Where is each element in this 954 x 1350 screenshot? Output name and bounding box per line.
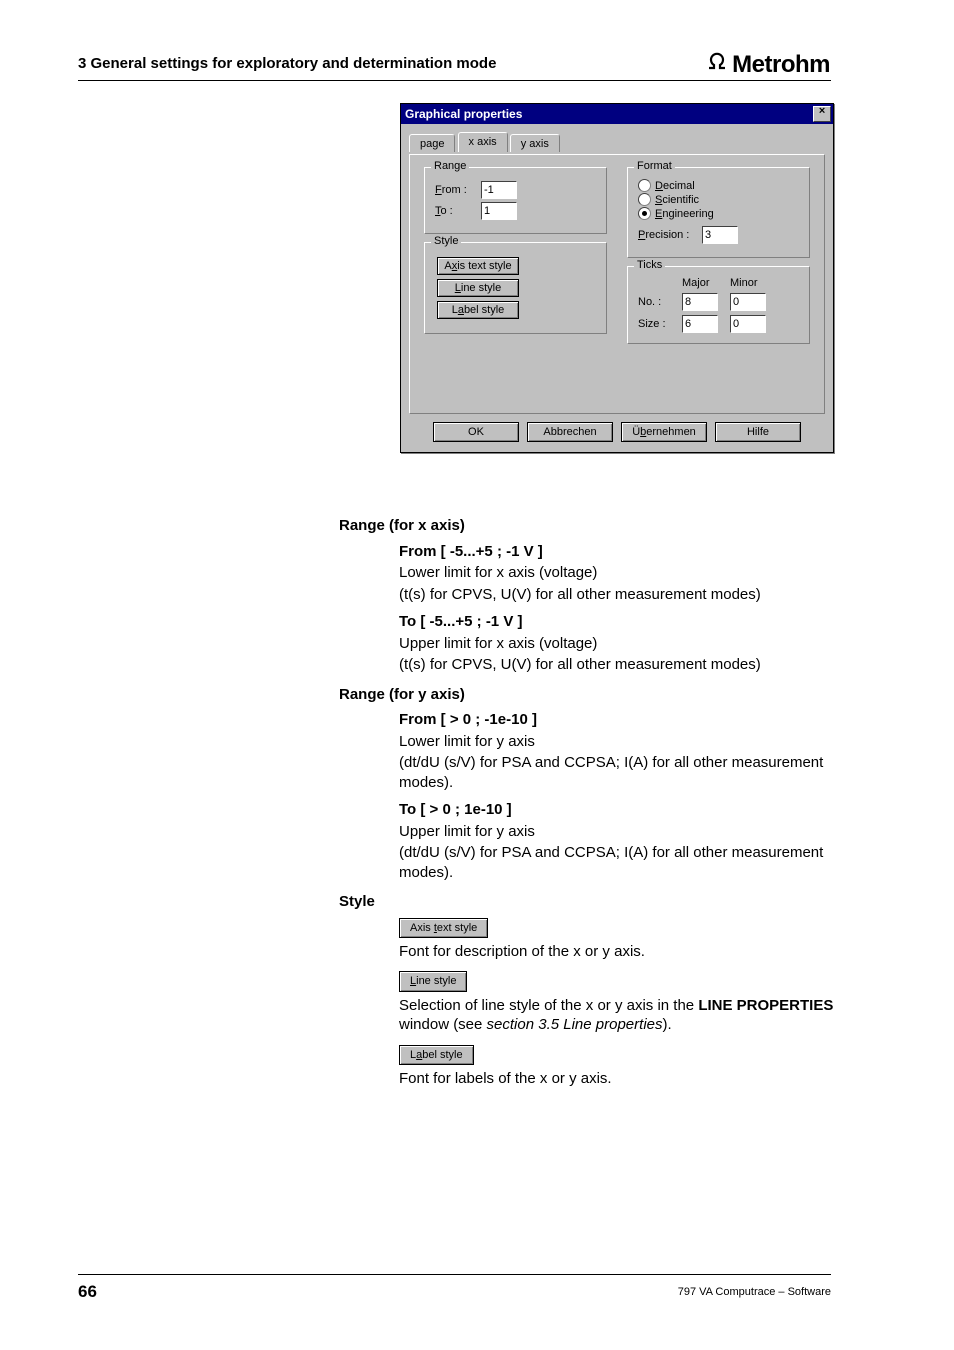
apply-button[interactable]: Übernehmen: [621, 422, 707, 442]
inline-line-style-button: Line style: [399, 971, 467, 991]
format-group: Format Decimal Scientific Engineering Pr…: [627, 167, 810, 258]
label-style-button[interactable]: Label style: [437, 301, 519, 319]
tab-page[interactable]: page: [409, 134, 455, 152]
brand-logo: Metrohm: [704, 48, 830, 79]
precision-input[interactable]: [702, 226, 738, 244]
help-button[interactable]: Hilfe: [715, 422, 801, 442]
footer-right: 797 VA Computrace – Software: [678, 1286, 831, 1298]
footer-rule: [78, 1274, 831, 1275]
body-text: Range (for x axis) From [ -5...+5 ; -1 V…: [339, 510, 839, 1090]
to-y-heading: To [ > 0 ; 1e-10 ]: [399, 800, 839, 820]
from-x-heading: From [ -5...+5 ; -1 V ]: [399, 542, 839, 562]
ticks-no-minor-input[interactable]: [730, 293, 766, 311]
from-label: From :: [435, 184, 475, 196]
scientific-radio[interactable]: Scientific: [638, 193, 799, 206]
range-group: Range From : To :: [424, 167, 607, 234]
to-x-heading: To [ -5...+5 ; -1 V ]: [399, 612, 839, 632]
decimal-radio[interactable]: Decimal: [638, 179, 799, 192]
label-style-desc: Font for labels of the x or y axis.: [399, 1069, 839, 1089]
style-group: Style Axis text style Line style Label s…: [424, 242, 607, 334]
ticks-major-header: Major: [682, 277, 722, 289]
tab-y-axis[interactable]: y axis: [510, 134, 560, 152]
from-y-heading: From [ > 0 ; -1e-10 ]: [399, 710, 839, 730]
to-x-line2: (t(s) for CPVS, U(V) for all other measu…: [399, 655, 839, 675]
brand-text: Metrohm: [732, 51, 830, 79]
from-input[interactable]: [481, 181, 517, 199]
ticks-size-label: Size :: [638, 318, 674, 330]
tab-content: Range From : To : Style: [409, 154, 825, 414]
style-legend: Style: [431, 235, 461, 247]
range-y-heading: Range (for y axis): [339, 685, 839, 705]
tab-x-axis[interactable]: x axis: [458, 132, 508, 152]
tab-strip: page x axis y axis: [409, 132, 825, 154]
from-x-line1: Lower limit for x axis (voltage): [399, 563, 839, 583]
to-y-line2: (dt/dU (s/V) for PSA and CCPSA; I(A) for…: [399, 843, 839, 882]
axis-text-desc: Font for description of the x or y axis.: [399, 942, 839, 962]
engineering-radio[interactable]: Engineering: [638, 207, 799, 220]
ok-button[interactable]: OK: [433, 422, 519, 442]
line-style-button[interactable]: Line style: [437, 279, 519, 297]
ticks-no-label: No. :: [638, 296, 674, 308]
graphical-properties-dialog: Graphical properties × page x axis y axi…: [400, 103, 834, 453]
ticks-size-minor-input[interactable]: [730, 315, 766, 333]
close-icon[interactable]: ×: [813, 106, 831, 122]
to-x-line1: Upper limit for x axis (voltage): [399, 634, 839, 654]
ohm-icon: [704, 48, 730, 72]
dialog-titlebar: Graphical properties ×: [401, 104, 833, 124]
page-number: 66: [78, 1282, 97, 1302]
range-x-heading: Range (for x axis): [339, 516, 839, 536]
inline-axis-text-style-button: Axis text style: [399, 918, 488, 938]
from-y-line1: Lower limit for y axis: [399, 732, 839, 752]
inline-label-style-button: Label style: [399, 1045, 474, 1065]
from-y-line2: (dt/dU (s/V) for PSA and CCPSA; I(A) for…: [399, 753, 839, 792]
cancel-button[interactable]: Abbrechen: [527, 422, 613, 442]
line-style-desc: Selection of line style of the x or y ax…: [399, 996, 839, 1035]
to-y-line1: Upper limit for y axis: [399, 822, 839, 842]
ticks-no-major-input[interactable]: [682, 293, 718, 311]
ticks-legend: Ticks: [634, 259, 665, 271]
range-legend: Range: [431, 160, 469, 172]
ticks-minor-header: Minor: [730, 277, 770, 289]
header-rule: [78, 80, 831, 81]
to-input[interactable]: [481, 202, 517, 220]
precision-label: Precision :: [638, 229, 696, 241]
dialog-title: Graphical properties: [405, 107, 522, 121]
section-header: 3 General settings for exploratory and d…: [78, 55, 496, 72]
ticks-group: Ticks Major Minor No. : Size :: [627, 266, 810, 344]
from-x-line2: (t(s) for CPVS, U(V) for all other measu…: [399, 585, 839, 605]
to-label: To :: [435, 205, 475, 217]
dialog-buttons: OK Abbrechen Übernehmen Hilfe: [401, 422, 833, 452]
axis-text-style-button[interactable]: Axis text style: [437, 257, 519, 275]
style-heading: Style: [339, 892, 839, 912]
ticks-size-major-input[interactable]: [682, 315, 718, 333]
format-legend: Format: [634, 160, 675, 172]
